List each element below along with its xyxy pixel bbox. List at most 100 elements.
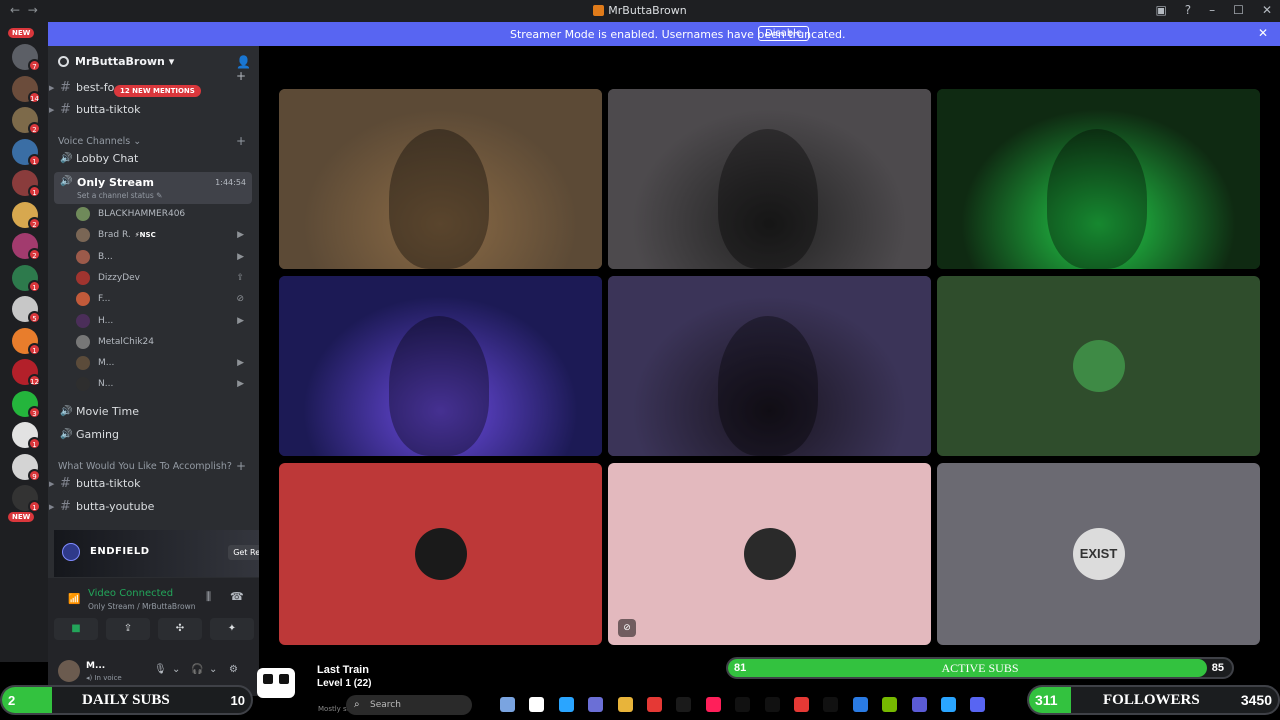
voice-member[interactable]: H... ▶ (76, 311, 254, 331)
song-level: Level 1 (22) (317, 678, 372, 689)
add-channel-icon[interactable]: + (236, 459, 246, 473)
voice-member[interactable]: N... ▶ (76, 374, 254, 394)
minimize-button[interactable]: – (1209, 3, 1215, 17)
voice-member[interactable]: DizzyDev ⇪ (76, 268, 254, 288)
disconnect-icon[interactable]: ☎ (230, 590, 244, 603)
mentions-badge[interactable]: 12 NEW MENTIONS (114, 85, 201, 97)
signal-icon[interactable]: 📶 (68, 594, 80, 605)
video-icon: ▶ (237, 358, 244, 369)
screen-share-button[interactable]: ⇪ (106, 618, 150, 640)
headphones-icon[interactable]: 🎧 (191, 664, 203, 675)
channel-status[interactable]: Set a channel status ✎ (77, 191, 162, 200)
avatar-tile[interactable]: EXIST (937, 463, 1260, 645)
channel-butta-youtube[interactable]: ▶ # butta-youtube (48, 497, 253, 517)
muted-mic-icon: ⊘ (618, 619, 636, 637)
video-feed-tile[interactable] (608, 276, 931, 456)
taskbar-app-icon[interactable] (676, 697, 692, 712)
taskbar-app-icon[interactable] (823, 697, 839, 712)
expand-arrow-icon: ▶ (49, 106, 55, 114)
voice-channel-gaming[interactable]: 🔊 Gaming (48, 425, 253, 445)
video-feed-tile[interactable] (937, 89, 1260, 269)
taskbar-app-icon[interactable] (500, 697, 515, 712)
channel-butta-tiktok[interactable]: ▶ # butta-tiktok (48, 100, 253, 120)
video-icon: ▶ (237, 379, 244, 390)
chevron-down-icon[interactable]: ⌄ (209, 664, 217, 675)
app-icon (593, 5, 605, 16)
taskbar-app-icon[interactable] (617, 697, 633, 712)
promo-title: ENDFIELD (90, 546, 150, 557)
video-feed-tile[interactable] (279, 89, 602, 269)
avatar (76, 207, 90, 221)
taskbar-app-icon[interactable] (970, 697, 986, 712)
channel-butta-tiktok[interactable]: ▶ # butta-tiktok (48, 474, 253, 494)
voice-channel-only-stream[interactable]: 🔊 Only Stream Set a channel status ✎ 1:4… (54, 172, 252, 204)
voice-channel-lobby-chat[interactable]: 🔊 Lobby Chat (48, 149, 253, 169)
video-feed-tile[interactable] (608, 89, 931, 269)
noise-suppression-icon[interactable]: ⫼ (206, 590, 211, 604)
taskbar-app-icon[interactable] (911, 697, 927, 712)
member-name: B... (98, 251, 113, 262)
video-icon: ▶ (237, 230, 244, 241)
window-title: MrButtaBrown (0, 4, 1280, 17)
taskbar-search[interactable]: ⌕ Search (346, 695, 472, 715)
taskbar-app-icon[interactable] (558, 697, 574, 712)
server-notification-badge: 1 (28, 342, 41, 356)
connection-location[interactable]: Only Stream / MrButtaBrown (88, 602, 195, 611)
server-notification-badge: 2 (28, 248, 41, 261)
chevron-down-icon[interactable]: ⌄ (172, 664, 180, 675)
voice-member[interactable]: F... ⊘ (76, 289, 254, 309)
participant-silhouette (1047, 129, 1147, 269)
search-icon: ⌕ (354, 699, 360, 710)
accomplish-category[interactable]: What Would You Like To Accomplish? (58, 461, 232, 472)
voice-member[interactable]: MetalChik24 (76, 332, 254, 352)
taskbar-app-icon[interactable] (941, 697, 956, 712)
taskbar-app-icon[interactable] (705, 697, 721, 712)
add-channel-icon[interactable]: + (236, 134, 246, 148)
activities-button[interactable]: ✣ (158, 618, 202, 640)
voice-category[interactable]: Voice Channels ⌄ (58, 136, 141, 147)
member-name: N... (98, 379, 114, 390)
maximize-button[interactable]: ☐ (1233, 3, 1244, 17)
avatar-tile[interactable]: ⊘ (608, 463, 931, 645)
settings-gear-icon[interactable]: ⚙ (229, 664, 238, 675)
taskbar-app-icon[interactable] (794, 697, 809, 712)
video-feed-tile[interactable] (279, 276, 602, 456)
streaming-icon: ⇪ (236, 272, 244, 283)
streamer-mode-banner: Streamer Mode is enabled. Usernames have… (48, 22, 1280, 46)
member-tag: ⚡NSC (134, 231, 156, 240)
avatar-tile[interactable] (937, 276, 1260, 456)
avatar (1072, 340, 1125, 392)
username[interactable]: M... (86, 661, 105, 671)
voice-member[interactable]: Brad R. ⚡NSC ▶ (76, 225, 254, 245)
voice-member[interactable]: B... ▶ (76, 247, 254, 267)
server-name[interactable]: MrButtaBrown ▾ (58, 55, 174, 68)
close-button[interactable]: ✕ (1262, 3, 1272, 17)
taskbar-app-icon[interactable] (852, 697, 868, 712)
close-icon[interactable]: ✕ (1258, 26, 1268, 40)
voice-member[interactable]: M... ▶ (76, 353, 254, 373)
avatar-tile[interactable] (279, 463, 602, 645)
inbox-icon[interactable]: ▣ (1155, 3, 1166, 17)
taskbar-app-icon[interactable] (529, 697, 545, 712)
taskbar-app-icon[interactable] (588, 697, 604, 712)
help-icon[interactable]: ? (1185, 3, 1191, 17)
taskbar-app-icon[interactable] (735, 697, 751, 712)
microphone-icon[interactable]: 🎙 (154, 664, 167, 675)
avatar: EXIST (1072, 528, 1125, 580)
member-name: BLACKHAMMER406 (98, 209, 186, 219)
video-icon: ▶ (237, 251, 244, 262)
taskbar-app-icon[interactable] (647, 697, 662, 712)
active-subs-label: ACTIVE SUBS (941, 661, 1019, 675)
disable-button[interactable]: Disable (758, 26, 810, 41)
followers-goal: 3450 (1240, 692, 1272, 708)
taskbar-app-icon[interactable] (764, 697, 780, 712)
avatar (414, 528, 467, 580)
speaker-icon: 🔊 (60, 153, 73, 164)
voice-member[interactable]: BLACKHAMMER406 (76, 204, 254, 224)
daily-subs-label: DAILY SUBS (82, 692, 170, 708)
voice-channel-movie-time[interactable]: 🔊 Movie Time (48, 402, 253, 422)
camera-button[interactable]: ■ (54, 618, 98, 640)
avatar[interactable] (58, 660, 80, 682)
taskbar-app-icon[interactable] (882, 697, 898, 712)
soundboard-button[interactable]: ✦ (210, 618, 254, 640)
